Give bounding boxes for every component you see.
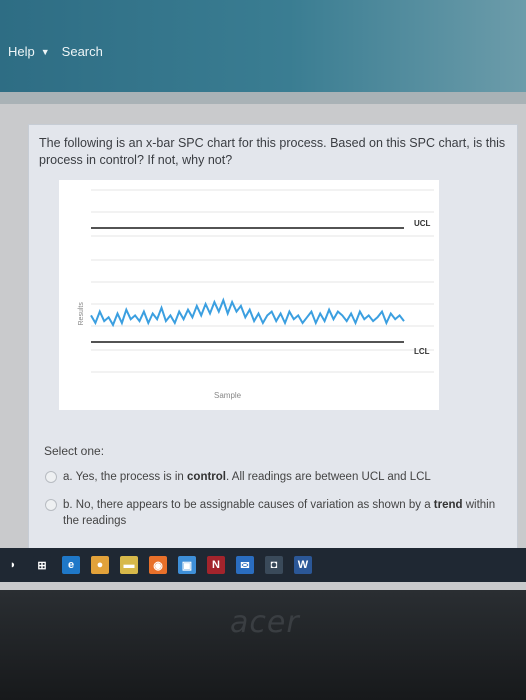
chevron-down-icon[interactable]: ▼ [41,47,50,57]
control-limits: UCL LCL [91,219,431,356]
chrome-icon[interactable]: ● [91,556,109,574]
file-explorer-icon[interactable]: ▬ [120,556,138,574]
help-menu[interactable]: Help [8,44,35,59]
firefox-icon[interactable]: ◉ [149,556,167,574]
option-b-bold: trend [433,499,463,511]
option-b[interactable]: b. No, there appears to be assignable ca… [45,497,505,529]
laptop-bezel: acer [0,590,526,700]
lcl-label: LCL [414,347,430,356]
word-icon[interactable]: W [294,556,312,574]
edge-icon[interactable]: e [62,556,80,574]
task-view-icon[interactable]: ⊞ [33,556,51,574]
start-icon[interactable]: ◗ [4,556,22,574]
top-nav-bar: Help ▼ Search [0,0,526,92]
sub-nav-bar [0,92,526,104]
option-a-radio[interactable] [45,471,57,483]
mail-icon[interactable]: ✉ [236,556,254,574]
option-b-text[interactable]: b. No, there appears to be assignable ca… [63,497,505,529]
option-a-bold: control [187,471,227,483]
option-a[interactable]: a. Yes, the process is in control. All r… [45,469,505,485]
camera-icon[interactable]: ◘ [265,556,283,574]
x-axis-label: Sample [214,391,242,400]
option-b-radio[interactable] [45,499,57,511]
option-a-prefix: a. Yes, the process is in [63,471,188,483]
question-text: The following is an x-bar SPC chart for … [39,136,506,167]
option-a-text[interactable]: a. Yes, the process is in control. All r… [63,469,431,485]
taskbar: ◗ ⊞ e ● ▬ ◉ ▣ N ✉ ◘ W [0,548,526,582]
y-axis-label: Results [78,302,85,326]
nav-menu: Help ▼ Search [8,44,103,59]
brand-logo: acer [230,605,300,640]
question-card: The following is an x-bar SPC chart for … [28,124,518,549]
photos-icon[interactable]: ▣ [178,556,196,574]
chart-grid [91,189,434,373]
onenote-icon[interactable]: N [207,556,225,574]
screen: Help ▼ Search The following is an x-bar … [0,0,526,590]
option-b-prefix: b. No, there appears to be assignable ca… [63,499,434,511]
spc-chart-svg: UCL LCL Results Sample [78,189,434,400]
search-link[interactable]: Search [62,44,103,59]
select-one-label: Select one: [44,444,105,458]
ucl-label: UCL [414,219,431,228]
spc-chart: UCL LCL Results Sample [59,180,439,410]
option-a-suffix: . All readings are between UCL and LCL [226,471,431,483]
